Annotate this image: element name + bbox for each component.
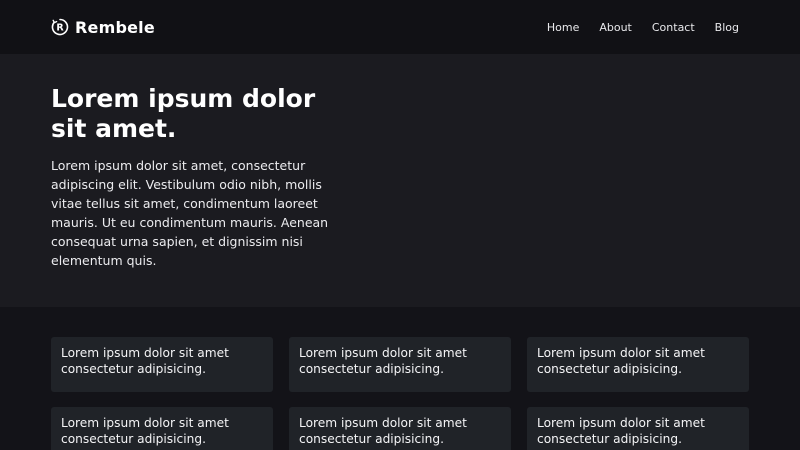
nav-link-about[interactable]: About [599,21,632,34]
feature-card: Lorem ipsum dolor sit amet consectetur a… [51,337,273,392]
navbar: R Rembele Home About Contact Blog [0,0,800,54]
nav-menu: Home About Contact Blog [547,21,739,34]
hero-section: Lorem ipsum dolor sit amet. Lorem ipsum … [0,54,800,307]
feature-card: Lorem ipsum dolor sit amet consectetur a… [51,407,273,450]
card-grid: Lorem ipsum dolor sit amet consectetur a… [0,307,800,450]
brand-name: Rembele [75,17,155,37]
brand-logo-letter: R [56,23,64,34]
brand-logo-icon: R [51,18,69,36]
feature-card: Lorem ipsum dolor sit amet consectetur a… [527,337,749,392]
hero-title: Lorem ipsum dolor sit amet. [51,84,316,143]
hero-text: Lorem ipsum dolor sit amet, consectetur … [51,158,329,268]
brand[interactable]: R Rembele [51,18,155,37]
feature-card: Lorem ipsum dolor sit amet consectetur a… [289,407,511,450]
nav-link-contact[interactable]: Contact [652,21,695,34]
nav-link-blog[interactable]: Blog [715,21,739,34]
feature-card: Lorem ipsum dolor sit amet consectetur a… [527,407,749,450]
nav-link-home[interactable]: Home [547,21,579,34]
feature-card: Lorem ipsum dolor sit amet consectetur a… [289,337,511,392]
